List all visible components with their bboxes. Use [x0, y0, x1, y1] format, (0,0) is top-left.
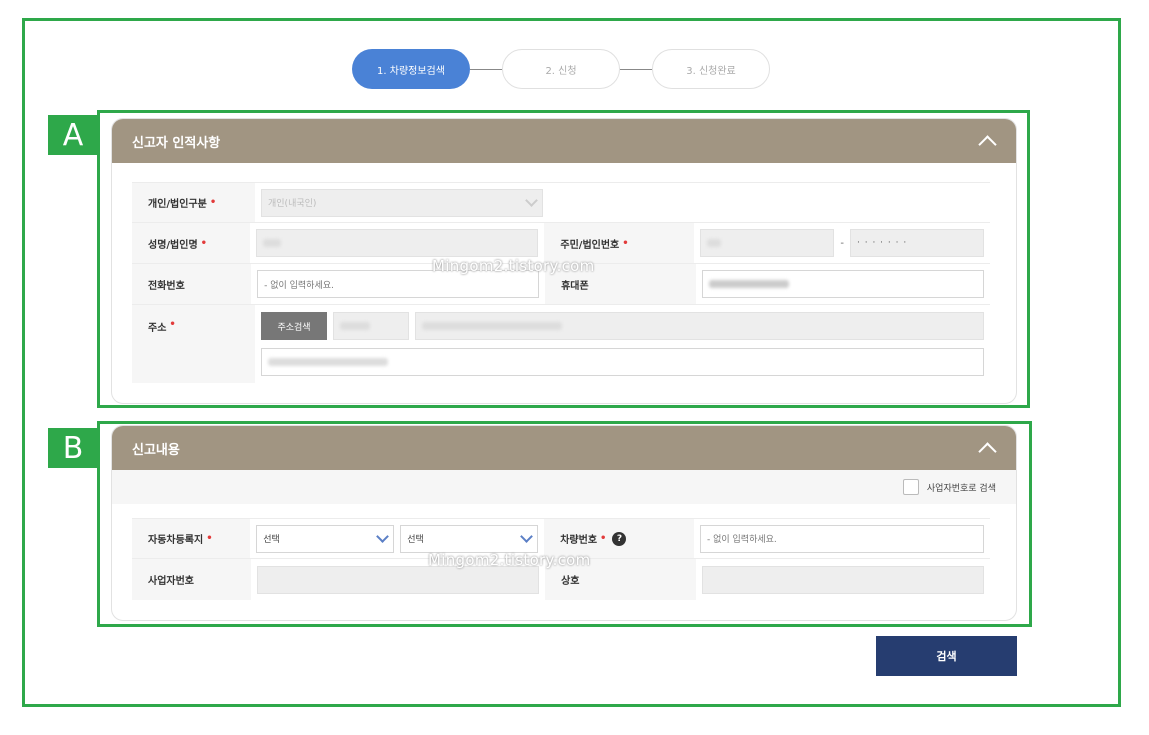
step-vehicle-search: 1. 차량정보검색 [352, 49, 470, 89]
marker-a: A [48, 115, 98, 155]
step-connector [470, 68, 502, 70]
search-button[interactable]: 검색 [876, 636, 1017, 676]
step-connector [620, 68, 652, 70]
step-complete: 3. 신청완료 [652, 49, 770, 89]
step-indicator: 1. 차량정보검색 2. 신청 3. 신청완료 [352, 49, 770, 89]
highlight-b [97, 421, 1032, 627]
highlight-a [97, 110, 1030, 408]
step-apply: 2. 신청 [502, 49, 620, 89]
marker-b: B [48, 428, 98, 468]
